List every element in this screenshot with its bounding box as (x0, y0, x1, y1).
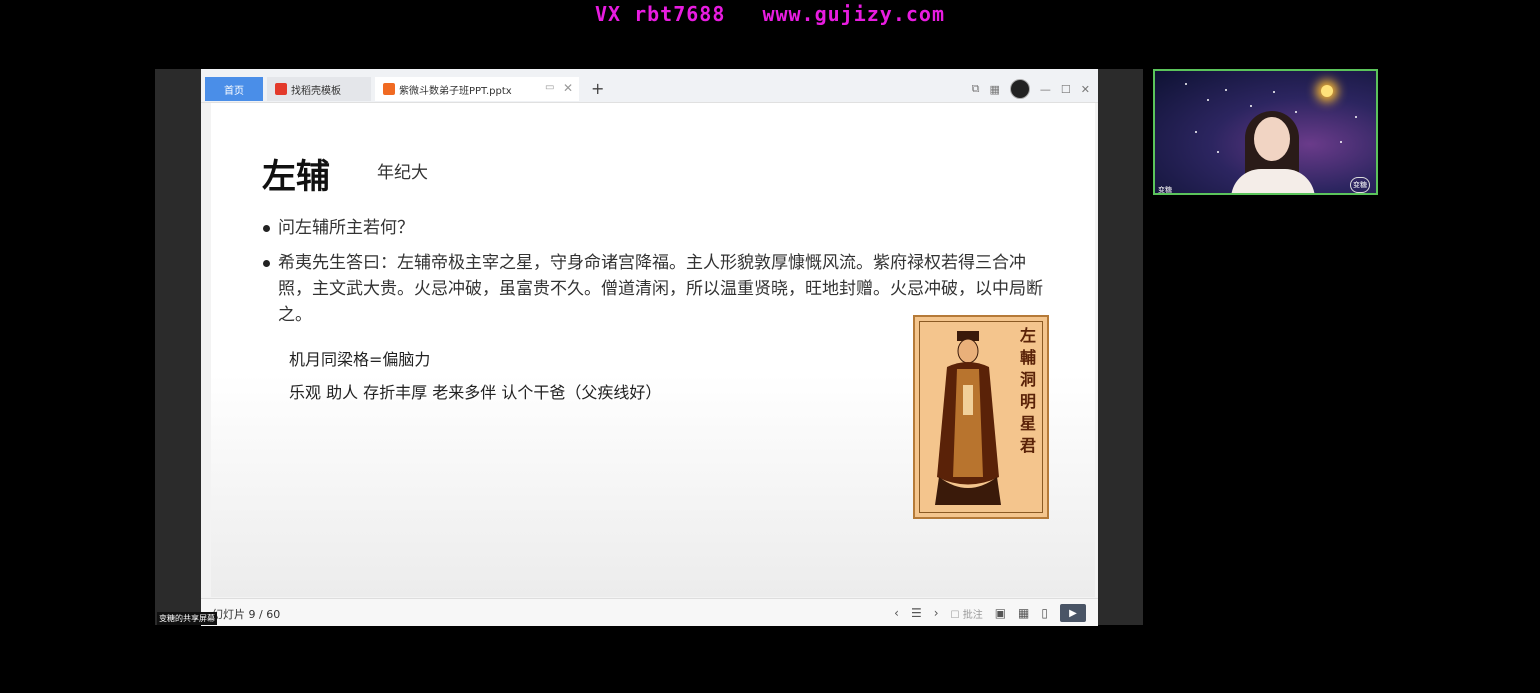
minimize-icon[interactable]: — (1040, 83, 1051, 96)
play-icon: ▶ (1069, 607, 1077, 619)
tab-template[interactable]: 找稻壳模板 (267, 77, 371, 101)
star (1185, 83, 1187, 85)
docer-icon (275, 83, 287, 95)
share-label: 变糖的共享屏幕 (157, 612, 217, 625)
star (1355, 116, 1357, 118)
tab-template-label: 找稻壳模板 (291, 85, 341, 97)
webcam-badge: 变糖 (1350, 177, 1370, 193)
ppt-file-icon (383, 83, 395, 95)
tab-bar: 首页 找稻壳模板 紫微斗数弟子班PPT.pptx ▭ ✕ + ⧉ ▦ — ☐ ✕ (201, 69, 1098, 103)
close-window-icon[interactable]: ✕ (1081, 83, 1090, 96)
slide-counter: 幻灯片 9 / 60 (212, 608, 281, 621)
bullet-text: 问左辅所主若何？ (278, 218, 414, 238)
deity-figure-icon (935, 331, 1001, 505)
watermark-vx: VX rbt7688 (594, 2, 726, 26)
tab-document[interactable]: 紫微斗数弟子班PPT.pptx ▭ ✕ (375, 77, 579, 101)
comment-label: 批注 (962, 609, 983, 621)
glowing-star (1321, 85, 1333, 97)
watermark-url: www.gujizy.com (762, 2, 946, 26)
slide-title: 左辅 (262, 157, 330, 197)
pin-icon[interactable]: ▭ (545, 82, 554, 93)
reading-mode-icon[interactable]: ⧉ (972, 82, 980, 96)
play-slideshow-button[interactable]: ▶ (1060, 604, 1086, 622)
star (1225, 89, 1227, 91)
star (1195, 131, 1197, 133)
window-controls: ⧉ ▦ — ☐ ✕ (972, 79, 1090, 99)
next-slide-icon[interactable]: › (934, 606, 939, 620)
webcam-video: 变糖 变糖 (1153, 69, 1378, 195)
user-avatar[interactable] (1009, 79, 1030, 99)
sorter-view-icon[interactable]: ▦ (1018, 606, 1029, 620)
close-tab-icon[interactable]: ✕ (563, 81, 573, 95)
portrait-caption: 左輔洞明星君 (1019, 326, 1036, 455)
bullet-item: 问左辅所主若何？ (263, 215, 1043, 241)
presentation-window: 首页 找稻壳模板 紫微斗数弟子班PPT.pptx ▭ ✕ + ⧉ ▦ — ☐ ✕… (201, 69, 1098, 626)
bullet-dot (263, 260, 270, 267)
comment-button[interactable]: ☐ 批注 (951, 606, 983, 621)
presenter-body (1231, 169, 1315, 193)
note-line: 乐观 助人 存折丰厚 老来多伴 认个干爸（父疾线好） (289, 383, 662, 402)
note-line: 机月同梁格=偏脑力 (289, 350, 431, 369)
outline-list-icon[interactable]: ☰ (911, 606, 922, 620)
star (1207, 99, 1209, 101)
prev-slide-icon[interactable]: ‹ (894, 606, 899, 620)
status-bar: 幻灯片 9 / 60 ‹ ☰ › ☐ 批注 ▣ ▦ ▯ ▶ (201, 598, 1098, 626)
maximize-icon[interactable]: ☐ (1061, 83, 1071, 96)
tab-home[interactable]: 首页 (205, 77, 263, 101)
star (1340, 141, 1342, 143)
normal-view-icon[interactable]: ▣ (995, 606, 1006, 620)
star (1250, 105, 1252, 107)
slide-canvas[interactable]: 左辅 年纪大 问左辅所主若何？ 希夷先生答曰：左辅帝极主宰之星，守身命诸宫降福。… (211, 103, 1095, 597)
presenter-face (1254, 117, 1290, 161)
slide-subtitle: 年纪大 (377, 163, 428, 183)
bullet-dot (263, 225, 270, 232)
deity-portrait-image: 左輔洞明星君 (913, 315, 1049, 519)
tab-document-label: 紫微斗数弟子班PPT.pptx (399, 85, 512, 97)
webcam-name: 变糖 (1158, 186, 1172, 194)
star (1217, 151, 1219, 153)
status-controls: ‹ ☰ › ☐ 批注 ▣ ▦ ▯ ▶ (894, 604, 1086, 622)
comment-icon: ☐ (950, 609, 960, 621)
grid-apps-icon[interactable]: ▦ (990, 83, 1000, 96)
new-tab-button[interactable]: + (591, 79, 604, 98)
star (1273, 91, 1275, 93)
watermark: VX rbt7688 www.gujizy.com (0, 2, 1540, 26)
star (1295, 111, 1297, 113)
reading-view-icon[interactable]: ▯ (1041, 606, 1048, 620)
